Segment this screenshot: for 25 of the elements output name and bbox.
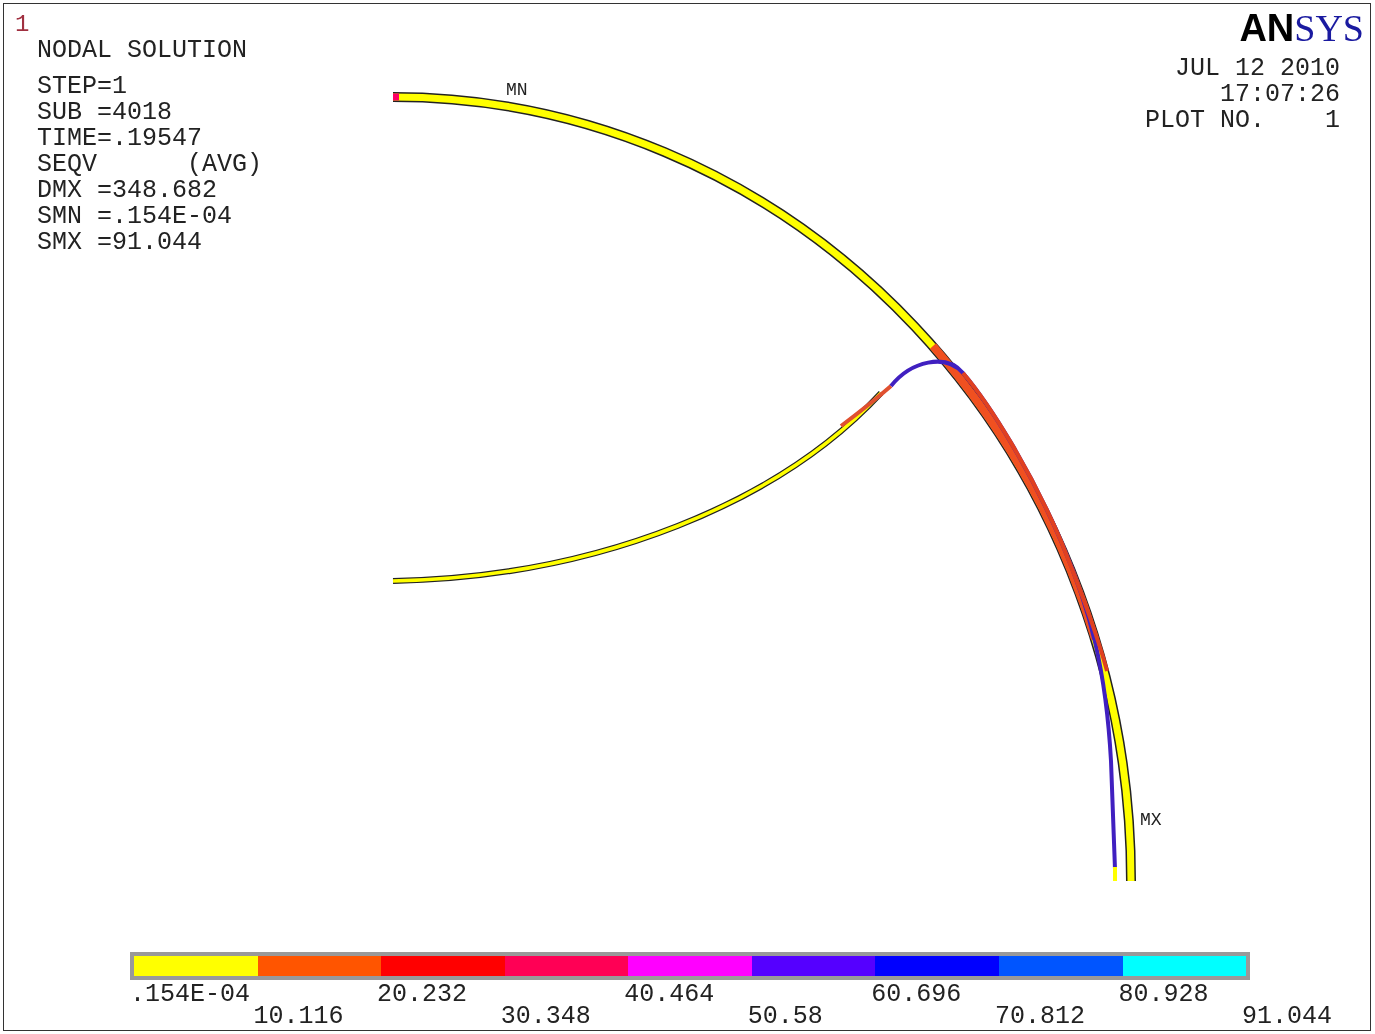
plot-stamp-line: PLOT NO. 1: [1144, 108, 1340, 134]
plot-stamp-line: JUL 12 2010: [1174, 56, 1340, 82]
window-number: 1: [15, 12, 30, 38]
legend-value: 70.812: [994, 1004, 1085, 1030]
legend-value: 10.116: [253, 1004, 344, 1030]
legend-value: 91.044: [1242, 1004, 1332, 1030]
logo-text: ANSYS: [1239, 8, 1364, 48]
legend-value: 30.348: [500, 1004, 591, 1030]
legend-value: 80.928: [1118, 982, 1209, 1008]
result-info-line: TIME=.19547: [37, 126, 203, 152]
marker-label: MN: [506, 80, 528, 100]
result-info-line: SEQV (AVG): [37, 152, 263, 178]
result-info-line: SMX =91.044: [37, 230, 203, 256]
legend-value: .154E-04: [130, 982, 251, 1008]
result-info-line: SMN =.154E-04: [37, 204, 233, 230]
plot-stamp-line: 17:07:26: [1219, 82, 1340, 108]
result-info-line: SUB =4018: [37, 100, 173, 126]
legend-value: 50.58: [747, 1004, 823, 1030]
marker-label: MX: [1140, 810, 1162, 830]
result-info-line: DMX =348.682: [37, 178, 218, 204]
legend-value: 40.464: [624, 982, 715, 1008]
result-info-line: STEP=1: [37, 74, 127, 100]
legend-value: 60.696: [871, 982, 962, 1008]
legend-value: 20.232: [377, 982, 468, 1008]
plot-title: NODAL SOLUTION: [37, 38, 248, 64]
